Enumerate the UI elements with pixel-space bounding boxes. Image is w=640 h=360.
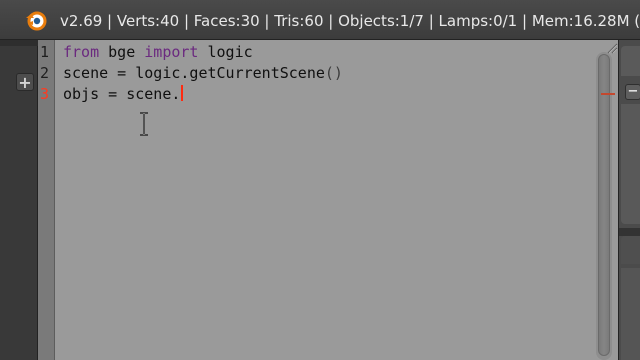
properties-sidebar: − — [618, 40, 640, 360]
keyword: import — [144, 43, 199, 61]
code-punctuation: () — [324, 64, 343, 82]
text-editor[interactable]: 1 2 3 from bge import logic scene = logi… — [38, 40, 618, 360]
text-caret — [181, 85, 184, 101]
properties-panel — [621, 268, 640, 360]
left-tool-shelf: + — [0, 40, 38, 360]
code-text: logic — [198, 43, 253, 61]
current-code-line[interactable]: objs = scene. — [63, 84, 184, 105]
properties-panel-header[interactable] — [621, 46, 640, 76]
current-line-marker — [601, 93, 615, 95]
blender-logo-icon[interactable] — [24, 9, 48, 33]
current-line-number: 3 — [40, 85, 50, 103]
area-split-corner-icon[interactable] — [604, 40, 618, 54]
code-text: bge — [99, 43, 145, 61]
line-number: 2 — [40, 64, 50, 82]
vertical-scrollbar[interactable] — [596, 52, 612, 360]
ibeam-cursor-icon — [140, 112, 148, 136]
area-divider[interactable] — [0, 40, 38, 46]
code-line[interactable]: scene = logic.getCurrentScene() — [63, 63, 343, 84]
properties-panel — [621, 104, 640, 224]
plus-icon[interactable]: + — [16, 73, 34, 91]
scene-stats: v2.69 | Verts:40 | Faces:30 | Tris:60 | … — [60, 12, 640, 30]
code-text: objs = scene. — [63, 85, 181, 103]
line-number-gutter: 1 2 3 — [38, 40, 55, 360]
scrollbar-thumb[interactable] — [598, 54, 610, 356]
properties-panel-header[interactable] — [621, 236, 640, 264]
code-text: scene = logic.getCurrentScene — [63, 64, 325, 82]
area-divider[interactable] — [619, 228, 640, 236]
info-header: v2.69 | Verts:40 | Faces:30 | Tris:60 | … — [0, 0, 640, 40]
minus-icon[interactable]: − — [625, 84, 640, 100]
line-number: 1 — [40, 43, 50, 61]
code-line[interactable]: from bge import logic — [63, 42, 253, 63]
keyword: from — [63, 43, 100, 61]
